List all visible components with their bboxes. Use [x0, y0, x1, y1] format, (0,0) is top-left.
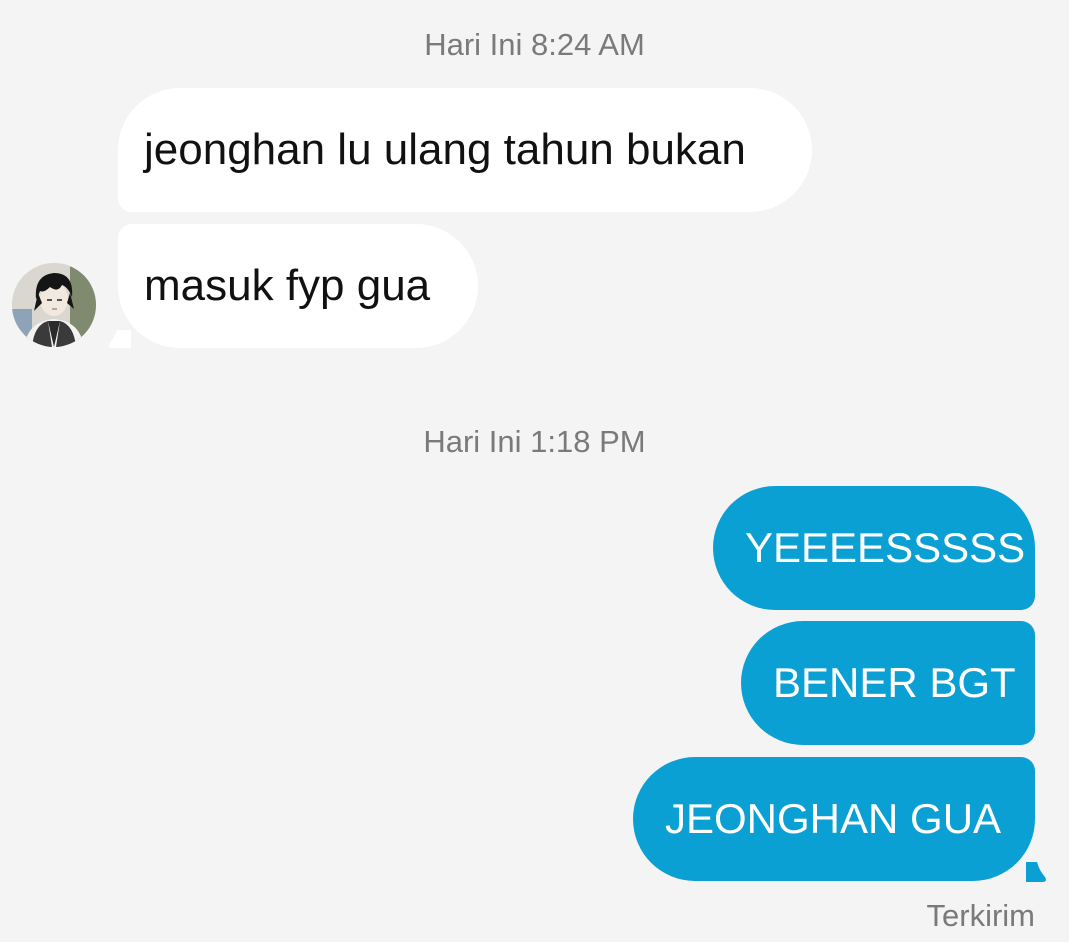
incoming-message-bubble[interactable]: masuk fyp gua: [118, 224, 478, 348]
outgoing-message-bubble[interactable]: YEEEESSSSS: [713, 486, 1035, 610]
incoming-bubble-tail: [109, 330, 131, 348]
delivery-status: Terkirim: [926, 898, 1036, 933]
sender-avatar[interactable]: [12, 263, 96, 347]
message-text: YEEEESSSSS: [745, 524, 1026, 571]
user-avatar-illustration-icon: [12, 263, 96, 347]
timestamp-afternoon: Hari Ini 1:18 PM: [423, 424, 646, 459]
outgoing-message-bubble[interactable]: JEONGHAN GUA: [633, 757, 1035, 881]
message-text: JEONGHAN GUA: [665, 795, 1002, 842]
message-text: jeonghan lu ulang tahun bukan: [144, 125, 746, 174]
message-text: BENER BGT: [773, 659, 1016, 706]
message-text: masuk fyp gua: [144, 261, 431, 310]
outgoing-bubble-tail: [1026, 862, 1046, 882]
timestamp-morning: Hari Ini 8:24 AM: [424, 27, 645, 62]
outgoing-message-bubble[interactable]: BENER BGT: [741, 621, 1035, 745]
incoming-message-bubble[interactable]: jeonghan lu ulang tahun bukan: [118, 88, 812, 212]
